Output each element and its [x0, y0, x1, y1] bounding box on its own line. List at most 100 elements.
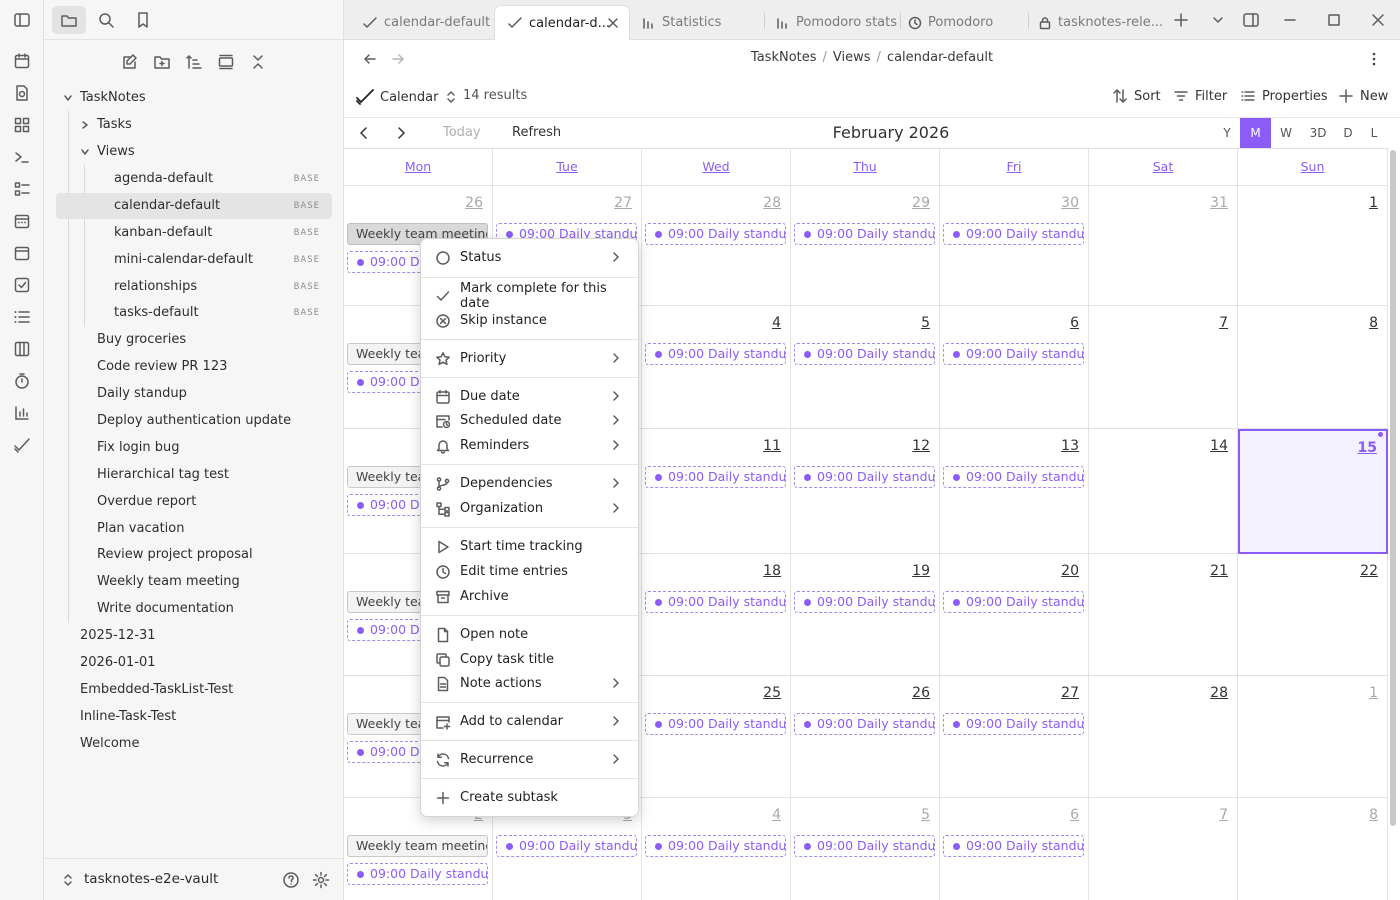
note-item[interactable]: Weekly team meeting: [97, 569, 240, 595]
note-item[interactable]: Hierarchical tag test: [97, 462, 229, 488]
calendar-alt-icon[interactable]: [12, 243, 32, 263]
note-item[interactable]: Review project proposal: [97, 542, 253, 568]
breadcrumb-tasknotes[interactable]: TaskNotes: [751, 50, 817, 65]
event-daily-standup[interactable]: 09:00 Daily standup: [794, 343, 935, 365]
note-item[interactable]: Code review PR 123: [97, 354, 227, 380]
day-number[interactable]: 29: [912, 195, 930, 211]
menu-item-priority[interactable]: Priority: [425, 346, 636, 371]
tab-calendar-default[interactable]: calendar-default: [350, 5, 494, 40]
event-daily-standup[interactable]: 09:00 Daily standup: [645, 223, 786, 245]
day-number[interactable]: 4: [772, 807, 781, 823]
collapse-all-icon[interactable]: [246, 50, 270, 74]
day-cell[interactable]: 8: [1238, 306, 1388, 429]
close-icon[interactable]: [607, 17, 619, 29]
day-number[interactable]: 18: [763, 563, 781, 579]
calendar-icon[interactable]: [12, 51, 32, 71]
day-cell[interactable]: 18 09:00 Daily standup: [642, 554, 791, 676]
day-number[interactable]: 12: [912, 438, 930, 454]
check-square-icon[interactable]: [12, 275, 32, 295]
files-tab-icon[interactable]: [52, 6, 86, 34]
file-agenda-default[interactable]: agenda-default BASE: [100, 166, 332, 192]
weekday-header[interactable]: Tue: [493, 149, 642, 186]
menu-item-note-actions[interactable]: Note actions: [425, 671, 636, 696]
new-tab-plus-icon[interactable]: [1171, 10, 1191, 30]
event-daily-standup[interactable]: 09:00 Daily standup: [943, 223, 1084, 245]
note-item[interactable]: Fix login bug: [97, 435, 180, 461]
properties-button[interactable]: Properties: [1240, 88, 1328, 104]
day-number[interactable]: 11: [763, 438, 781, 454]
day-cell[interactable]: 6 09:00 Daily standup: [940, 306, 1089, 429]
day-number[interactable]: 27: [614, 195, 632, 211]
menu-item-edit-time-entries[interactable]: Edit time entries: [425, 559, 636, 584]
event-daily-standup[interactable]: 09:00 Daily standup: [645, 466, 786, 488]
day-number[interactable]: 7: [1219, 315, 1228, 331]
list-grid-icon[interactable]: [12, 179, 32, 199]
auto-reveal-icon[interactable]: [214, 50, 238, 74]
tab-pomodoro-stats[interactable]: Pomodoro stats: [764, 5, 900, 40]
day-cell[interactable]: 13 09:00 Daily standup: [940, 429, 1089, 554]
menu-item-scheduled-date[interactable]: Scheduled date: [425, 408, 636, 433]
menu-item-copy-task-title[interactable]: Copy task title: [425, 647, 636, 672]
file-tasks-default[interactable]: tasks-default BASE: [100, 300, 332, 326]
day-cell[interactable]: 21: [1089, 554, 1238, 676]
day-cell[interactable]: 8: [1238, 798, 1388, 900]
event-daily-standup[interactable]: 09:00 Daily standup: [943, 591, 1084, 613]
view-mode-m[interactable]: M: [1240, 118, 1271, 148]
note-item[interactable]: Daily standup: [97, 381, 187, 407]
day-cell[interactable]: 4 09:00 Daily standup: [642, 798, 791, 900]
new-folder-icon[interactable]: [150, 50, 174, 74]
day-number[interactable]: 28: [1210, 685, 1228, 701]
menu-item-dependencies[interactable]: Dependencies: [425, 471, 636, 496]
day-number[interactable]: 15: [1358, 440, 1377, 456]
note-item[interactable]: Buy groceries: [97, 327, 186, 353]
day-cell[interactable]: 4 09:00 Daily standup: [642, 306, 791, 429]
help-icon[interactable]: [282, 871, 300, 889]
folder-tasknotes[interactable]: TaskNotes: [56, 85, 336, 111]
tab-tasknotes-release[interactable]: tasknotes-rele...: [1026, 5, 1164, 40]
view-mode-w[interactable]: W: [1275, 118, 1297, 148]
day-number[interactable]: 25: [763, 685, 781, 701]
event-daily-standup[interactable]: 09:00 Daily standup: [347, 863, 488, 885]
folder-views[interactable]: Views: [72, 139, 336, 165]
weekday-header[interactable]: Mon: [344, 149, 493, 186]
day-cell[interactable]: 11 09:00 Daily standup: [642, 429, 791, 554]
filter-button[interactable]: Filter: [1173, 88, 1227, 104]
bookmark-icon[interactable]: [126, 6, 160, 34]
menu-item-archive[interactable]: Archive: [425, 584, 636, 609]
menu-item-start-time-tracking[interactable]: Start time tracking: [425, 534, 636, 559]
day-cell[interactable]: 5 09:00 Daily standup: [791, 306, 940, 429]
tasknotes-icon[interactable]: [12, 435, 32, 455]
day-cell[interactable]: 5 09:00 Daily standup: [791, 798, 940, 900]
tab-pomodoro[interactable]: Pomodoro: [896, 5, 1028, 40]
day-number[interactable]: 28: [763, 195, 781, 211]
day-number[interactable]: 26: [465, 195, 483, 211]
bar-chart-icon[interactable]: [12, 403, 32, 423]
note-item[interactable]: Inline-Task-Test: [80, 704, 176, 730]
view-mode-3d[interactable]: 3D: [1306, 118, 1330, 148]
new-button[interactable]: New: [1338, 88, 1388, 104]
minimize-icon[interactable]: [1280, 10, 1300, 30]
day-number[interactable]: 8: [1369, 315, 1378, 331]
weekday-header[interactable]: Thu: [791, 149, 940, 186]
list-icon[interactable]: [12, 307, 32, 327]
day-number[interactable]: 6: [1070, 315, 1079, 331]
timer-icon[interactable]: [12, 371, 32, 391]
day-cell[interactable]: 15: [1238, 429, 1388, 554]
day-cell[interactable]: 22: [1238, 554, 1388, 676]
day-number[interactable]: 21: [1210, 563, 1228, 579]
file-search-icon[interactable]: [12, 83, 32, 103]
view-selector[interactable]: Calendar: [356, 88, 462, 106]
menu-item-recurrence[interactable]: Recurrence: [425, 747, 636, 772]
day-number[interactable]: 14: [1210, 438, 1228, 454]
event-daily-standup[interactable]: 09:00 Daily standup: [794, 835, 935, 857]
day-cell[interactable]: 26 09:00 Daily standup: [791, 676, 940, 798]
sort-button[interactable]: Sort: [1112, 88, 1161, 104]
search-icon[interactable]: [89, 6, 123, 34]
menu-item-status[interactable]: Status: [425, 245, 636, 270]
note-item[interactable]: 2025-12-31: [80, 623, 156, 649]
day-cell[interactable]: 20 09:00 Daily standup: [940, 554, 1089, 676]
event-daily-standup[interactable]: 09:00 Daily standup: [645, 343, 786, 365]
breadcrumb-views[interactable]: Views: [833, 50, 871, 65]
file-mini-calendar-default[interactable]: mini-calendar-default BASE: [100, 247, 332, 273]
weekday-header[interactable]: Wed: [642, 149, 791, 186]
